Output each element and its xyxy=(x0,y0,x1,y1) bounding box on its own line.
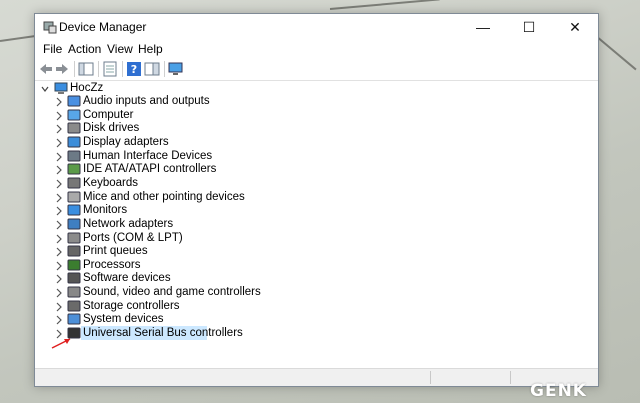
chevron-right-icon[interactable] xyxy=(55,220,63,230)
title-bar: Device Manager — ☐ ✕ xyxy=(35,14,598,40)
chevron-right-icon[interactable] xyxy=(55,315,63,325)
tree-item[interactable]: Ports (COM & LPT) xyxy=(35,232,595,245)
close-button[interactable]: ✕ xyxy=(552,14,598,40)
chevron-right-icon[interactable] xyxy=(55,274,63,284)
device-manager-window: Device Manager — ☐ ✕ File Action View He… xyxy=(34,13,599,387)
device-manager-icon xyxy=(43,21,57,34)
printer-icon xyxy=(67,245,81,257)
disk-drive-icon xyxy=(67,122,81,134)
menu-bar: File Action View Help xyxy=(35,40,598,58)
tree-item-label: Sound, video and game controllers xyxy=(83,286,261,299)
chevron-right-icon[interactable] xyxy=(55,124,63,134)
chevron-down-icon[interactable] xyxy=(41,84,49,94)
tree-item[interactable]: Processors xyxy=(35,259,595,272)
keyboard-icon xyxy=(67,177,81,189)
annotation-arrow xyxy=(51,338,71,349)
tree-item-label: Software devices xyxy=(83,272,171,285)
tree-item[interactable]: Display adapters xyxy=(35,136,595,149)
tree-item-label: Human Interface Devices xyxy=(83,149,213,162)
chevron-right-icon[interactable] xyxy=(55,247,63,257)
chevron-right-icon[interactable] xyxy=(55,165,63,175)
background-branch xyxy=(329,0,440,10)
tree-item-label: Display adapters xyxy=(83,135,169,148)
tree-item[interactable]: Universal Serial Bus controllers xyxy=(35,326,595,341)
tree-item-label: Computer xyxy=(83,108,134,121)
tree-item-label: Network adapters xyxy=(83,217,174,230)
tree-item-label: Print queues xyxy=(83,245,148,258)
menu-file[interactable]: File xyxy=(43,42,62,56)
tree-item[interactable]: Software devices xyxy=(35,272,595,285)
ide-controller-icon xyxy=(67,163,81,175)
chevron-right-icon[interactable] xyxy=(55,138,63,148)
scan-hardware-icon[interactable] xyxy=(168,61,184,77)
help-icon[interactable]: ? xyxy=(126,61,142,77)
chevron-right-icon[interactable] xyxy=(55,152,63,162)
chevron-right-icon[interactable] xyxy=(55,111,63,121)
system-devices-icon xyxy=(67,313,81,325)
tree-item-label: Processors xyxy=(83,258,141,271)
tree-item[interactable]: Keyboards xyxy=(35,177,595,190)
chevron-right-icon[interactable] xyxy=(55,288,63,298)
tree-item[interactable]: Computer xyxy=(35,109,595,122)
menu-help[interactable]: Help xyxy=(138,42,163,56)
computer-icon xyxy=(67,109,81,121)
tree-item-label: Mice and other pointing devices xyxy=(83,190,245,203)
tree-item-label: Monitors xyxy=(83,204,128,217)
tree-item[interactable]: Disk drives xyxy=(35,122,595,135)
tree-item[interactable]: Audio inputs and outputs xyxy=(35,95,595,108)
network-adapter-icon xyxy=(67,218,81,230)
chevron-right-icon[interactable] xyxy=(55,193,63,203)
tree-item-label: Universal Serial Bus controllers xyxy=(83,327,243,340)
tree-item[interactable]: Human Interface Devices xyxy=(35,150,595,163)
tree-item-label: IDE ATA/ATAPI controllers xyxy=(83,163,217,176)
storage-controller-icon xyxy=(67,300,81,312)
tree-item[interactable]: Network adapters xyxy=(35,218,595,231)
genk-watermark-logo: GENK xyxy=(530,381,587,401)
action-pane-icon[interactable] xyxy=(144,61,160,77)
properties-icon[interactable] xyxy=(102,61,118,77)
svg-text:?: ? xyxy=(131,63,137,76)
chevron-right-icon[interactable] xyxy=(55,261,63,271)
minimize-button[interactable]: — xyxy=(460,14,506,40)
tree-root-label[interactable]: HocZz xyxy=(70,82,103,94)
device-tree: HocZz Audio inputs and outputs Computer Di… xyxy=(35,81,598,364)
chevron-right-icon[interactable] xyxy=(55,302,63,312)
status-bar xyxy=(35,368,598,386)
tree-item-label: Disk drives xyxy=(83,122,140,135)
chevron-right-icon[interactable] xyxy=(55,206,63,216)
tree-item-label: Keyboards xyxy=(83,176,138,189)
toolbar: ? xyxy=(35,58,598,81)
maximize-button[interactable]: ☐ xyxy=(506,14,552,40)
menu-view[interactable]: View xyxy=(107,42,133,56)
computer-icon xyxy=(54,82,68,94)
mouse-icon xyxy=(67,191,81,203)
chevron-right-icon[interactable] xyxy=(55,179,63,189)
chevron-right-icon[interactable] xyxy=(55,234,63,244)
tree-item[interactable]: IDE ATA/ATAPI controllers xyxy=(35,163,595,176)
tree-item-label: System devices xyxy=(83,313,164,326)
tree-item[interactable]: Monitors xyxy=(35,204,595,217)
monitor-icon xyxy=(67,204,81,216)
show-hide-tree-icon[interactable] xyxy=(78,61,94,77)
tree-item[interactable]: System devices xyxy=(35,313,595,326)
chevron-right-icon[interactable] xyxy=(55,97,63,107)
port-icon xyxy=(67,232,81,243)
back-arrow-icon[interactable] xyxy=(38,61,54,77)
display-adapter-icon xyxy=(67,136,81,148)
tree-item-label: Storage controllers xyxy=(83,299,180,312)
speaker-icon xyxy=(67,95,81,107)
tree-item-label: Ports (COM & LPT) xyxy=(83,231,183,244)
window-title: Device Manager xyxy=(59,20,147,34)
software-device-icon xyxy=(67,272,81,284)
sound-controller-icon xyxy=(67,286,81,298)
processor-icon xyxy=(67,259,81,271)
hid-icon xyxy=(67,150,81,162)
tree-item-label: Audio inputs and outputs xyxy=(83,95,210,107)
tree-item[interactable]: Print queues xyxy=(35,245,595,258)
tree-item[interactable]: Storage controllers xyxy=(35,300,595,313)
tree-item[interactable]: Mice and other pointing devices xyxy=(35,191,595,204)
menu-action[interactable]: Action xyxy=(68,42,101,56)
tree-item[interactable]: Sound, video and game controllers xyxy=(35,286,595,299)
forward-arrow-icon[interactable] xyxy=(54,61,70,77)
